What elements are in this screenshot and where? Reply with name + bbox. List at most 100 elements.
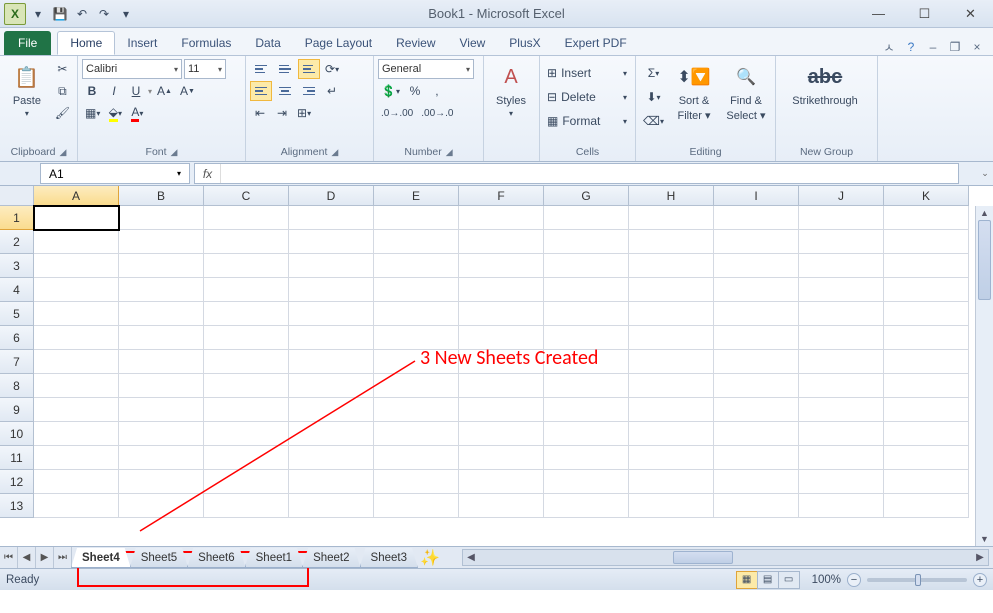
- cell[interactable]: [34, 350, 119, 374]
- cell[interactable]: [629, 254, 714, 278]
- number-format-combo[interactable]: General▾: [378, 59, 474, 79]
- cell[interactable]: [884, 278, 969, 302]
- tab-expert-pdf[interactable]: Expert PDF: [553, 31, 639, 55]
- page-layout-view-button[interactable]: ▤: [757, 571, 779, 589]
- cell[interactable]: [119, 494, 204, 518]
- cell[interactable]: [714, 254, 799, 278]
- cell[interactable]: [884, 374, 969, 398]
- col-header-D[interactable]: D: [289, 186, 374, 206]
- cell[interactable]: [204, 422, 289, 446]
- normal-view-button[interactable]: ▦: [736, 571, 758, 589]
- scroll-up-icon[interactable]: ▲: [976, 206, 993, 220]
- orientation-button[interactable]: ⟳▾: [322, 59, 342, 79]
- row-header-12[interactable]: 12: [0, 470, 34, 494]
- minimize-button[interactable]: —: [856, 1, 901, 27]
- cell[interactable]: [119, 398, 204, 422]
- cell[interactable]: [34, 254, 119, 278]
- cell[interactable]: [544, 446, 629, 470]
- cell[interactable]: [119, 374, 204, 398]
- cell[interactable]: [459, 206, 544, 230]
- cell[interactable]: [119, 230, 204, 254]
- cell[interactable]: [629, 398, 714, 422]
- cell[interactable]: [34, 494, 119, 518]
- cut-button[interactable]: ✂: [52, 59, 73, 79]
- row-header-8[interactable]: 8: [0, 374, 34, 398]
- cell[interactable]: [714, 278, 799, 302]
- row-header-1[interactable]: 1: [0, 206, 34, 230]
- cell[interactable]: [799, 302, 884, 326]
- increase-indent-button[interactable]: ⇥: [272, 103, 292, 123]
- cell[interactable]: [629, 350, 714, 374]
- cell[interactable]: [204, 278, 289, 302]
- col-header-I[interactable]: I: [714, 186, 799, 206]
- cell[interactable]: [884, 206, 969, 230]
- cell-A1[interactable]: [34, 206, 119, 230]
- cell[interactable]: [119, 446, 204, 470]
- cell[interactable]: [884, 494, 969, 518]
- col-header-J[interactable]: J: [799, 186, 884, 206]
- clipboard-launcher-icon[interactable]: ◢: [60, 147, 67, 158]
- cell[interactable]: [34, 326, 119, 350]
- font-color-button[interactable]: A▾: [127, 103, 147, 123]
- col-header-C[interactable]: C: [204, 186, 289, 206]
- comma-button[interactable]: ,: [427, 81, 447, 101]
- cell[interactable]: [629, 374, 714, 398]
- cell[interactable]: [374, 494, 459, 518]
- fill-button[interactable]: ⬇ ▾: [640, 87, 667, 107]
- zoom-slider[interactable]: [867, 578, 967, 582]
- cell[interactable]: [714, 446, 799, 470]
- row-header-7[interactable]: 7: [0, 350, 34, 374]
- font-size-combo[interactable]: 11▾: [184, 59, 226, 79]
- cell[interactable]: [629, 494, 714, 518]
- cell[interactable]: [119, 302, 204, 326]
- decrease-indent-button[interactable]: ⇤: [250, 103, 270, 123]
- qat-customize[interactable]: ▾: [116, 4, 136, 24]
- tab-insert[interactable]: Insert: [115, 31, 169, 55]
- cell[interactable]: [714, 350, 799, 374]
- scroll-down-icon[interactable]: ▼: [976, 532, 993, 546]
- tab-data[interactable]: Data: [243, 31, 292, 55]
- cell[interactable]: [799, 470, 884, 494]
- row-header-3[interactable]: 3: [0, 254, 34, 278]
- tab-view[interactable]: View: [448, 31, 498, 55]
- accounting-format-button[interactable]: 💲▾: [378, 81, 403, 101]
- cell[interactable]: [289, 254, 374, 278]
- cell[interactable]: [714, 470, 799, 494]
- autosum-button[interactable]: Σ ▾: [640, 63, 667, 83]
- cell[interactable]: [459, 374, 544, 398]
- cell[interactable]: [459, 278, 544, 302]
- cell[interactable]: [204, 254, 289, 278]
- increase-decimal-button[interactable]: .0→.00: [378, 103, 416, 123]
- tab-formulas[interactable]: Formulas: [169, 31, 243, 55]
- cell[interactable]: [374, 422, 459, 446]
- cell[interactable]: [204, 350, 289, 374]
- tab-home[interactable]: Home: [57, 31, 115, 55]
- cell[interactable]: [459, 494, 544, 518]
- cell[interactable]: [289, 422, 374, 446]
- hscroll-thumb[interactable]: [673, 551, 733, 564]
- cell[interactable]: [799, 398, 884, 422]
- sheet-nav-prev[interactable]: ◀: [18, 547, 36, 568]
- hscroll-left-icon[interactable]: ◀: [463, 552, 479, 563]
- align-center-button[interactable]: [274, 81, 296, 101]
- sheet-tab-sheet1[interactable]: Sheet1: [245, 548, 303, 568]
- cell[interactable]: [119, 326, 204, 350]
- col-header-F[interactable]: F: [459, 186, 544, 206]
- copy-button[interactable]: ⧉: [52, 81, 73, 101]
- formula-bar-expand-icon[interactable]: ⌄: [977, 162, 993, 185]
- cell[interactable]: [34, 374, 119, 398]
- row-header-13[interactable]: 13: [0, 494, 34, 518]
- cell[interactable]: [629, 470, 714, 494]
- sort-filter-button[interactable]: ⬍🔽 Sort & Filter ▾: [669, 59, 719, 122]
- cell[interactable]: [459, 230, 544, 254]
- cell[interactable]: [544, 494, 629, 518]
- cell[interactable]: [714, 398, 799, 422]
- maximize-button[interactable]: ☐: [902, 1, 947, 27]
- grow-font-button[interactable]: A▲: [154, 81, 175, 101]
- cell[interactable]: [34, 422, 119, 446]
- cell[interactable]: [374, 446, 459, 470]
- cell[interactable]: [544, 302, 629, 326]
- cell[interactable]: [884, 326, 969, 350]
- save-button[interactable]: 💾: [50, 4, 70, 24]
- cell[interactable]: [289, 230, 374, 254]
